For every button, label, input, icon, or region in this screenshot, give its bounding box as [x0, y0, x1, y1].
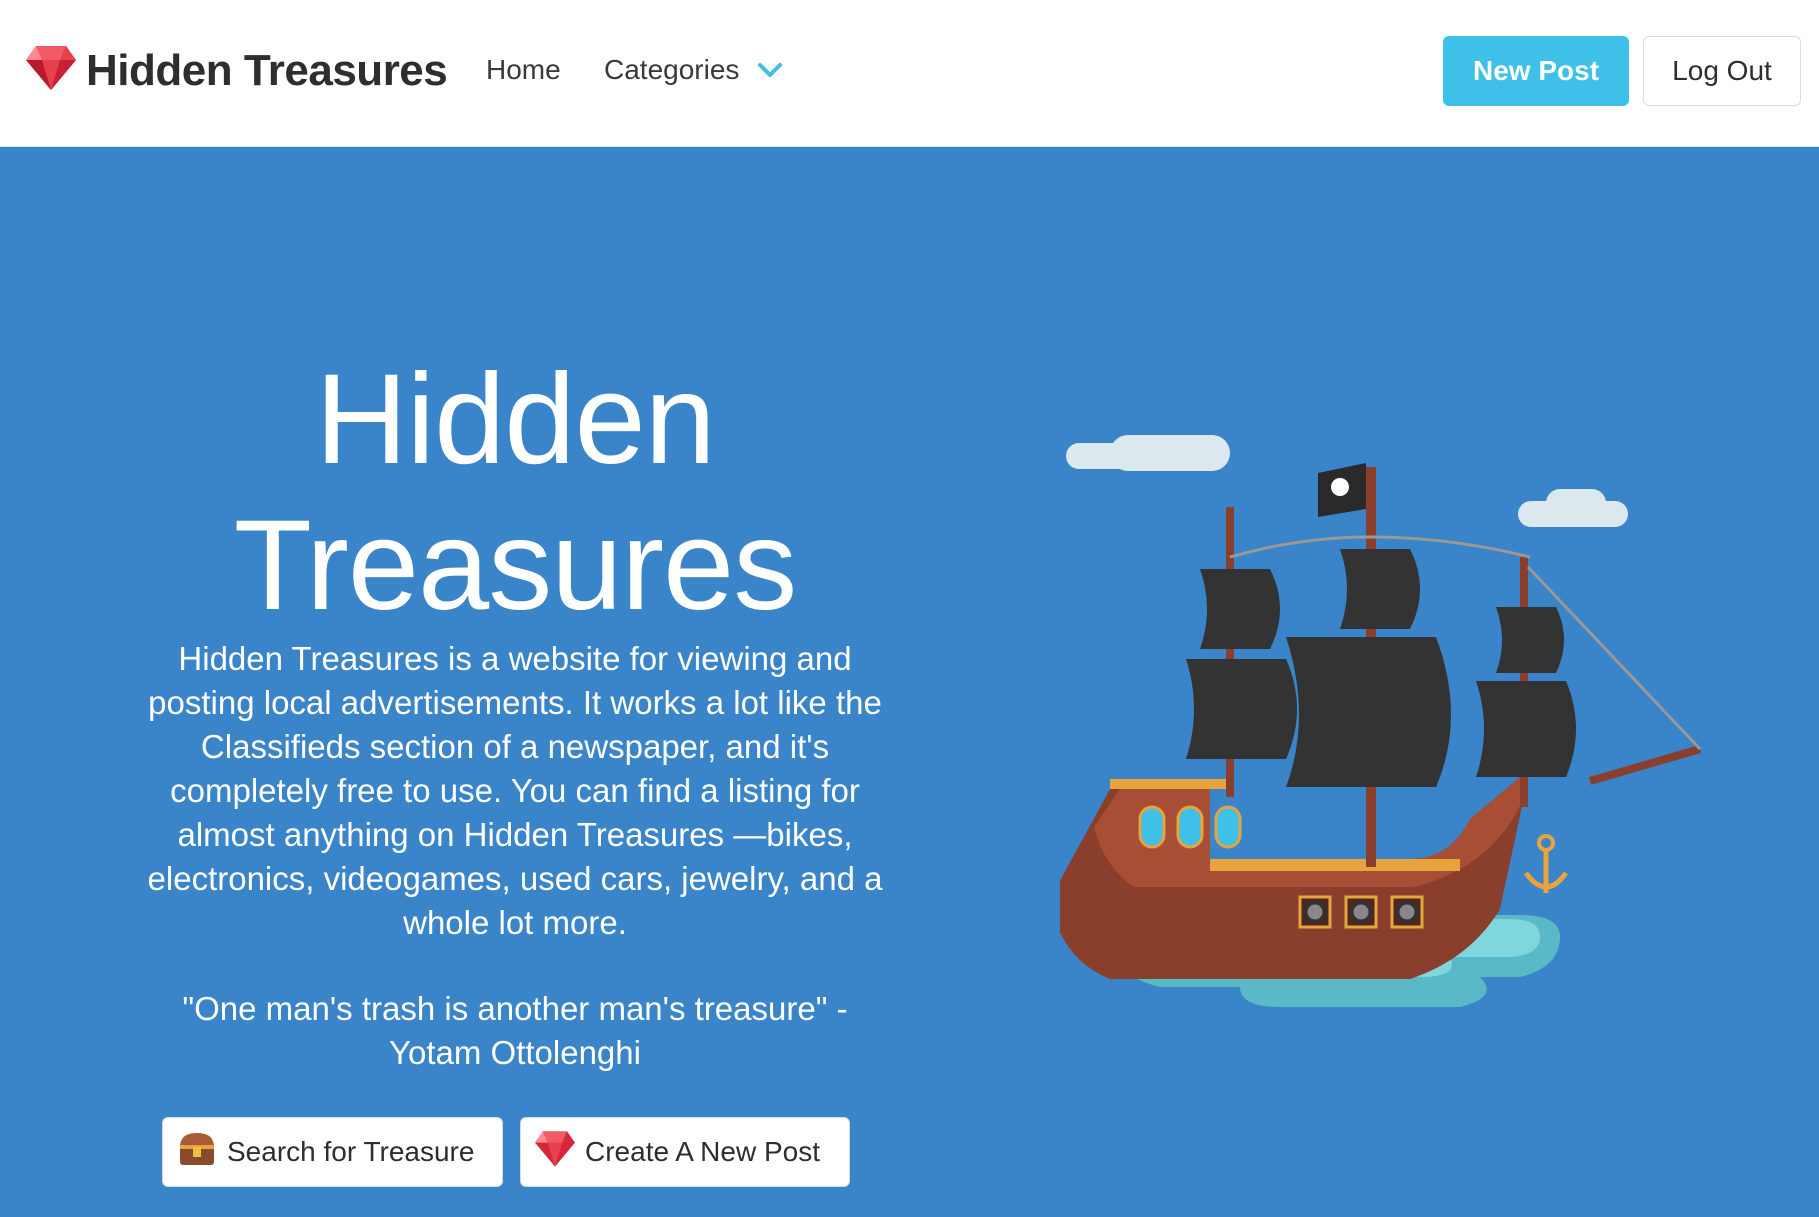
gem-icon: [26, 44, 76, 97]
hero-title: Hidden Treasures: [120, 347, 910, 639]
search-treasure-label: Search for Treasure: [227, 1136, 475, 1167]
hero-description: Hidden Treasures is a website for viewin…: [147, 640, 883, 941]
search-treasure-button[interactable]: Search for Treasure: [162, 1117, 503, 1187]
hero-title-line2: Treasures: [233, 494, 797, 637]
hero-text: Hidden Treasures Hidden Treasures is a w…: [120, 347, 910, 1075]
nav-home-link[interactable]: Home: [486, 54, 561, 86]
hero-title-line1: Hidden: [315, 348, 716, 491]
pirate-ship-illustration: [1060, 435, 1702, 1007]
hero-section: Hidden Treasures Hidden Treasures is a w…: [0, 147, 1819, 1217]
logout-button[interactable]: Log Out: [1643, 36, 1801, 106]
create-post-label: Create A New Post: [585, 1136, 821, 1167]
nav-categories-dropdown[interactable]: Categories: [604, 54, 783, 86]
gem-icon: [535, 1129, 585, 1176]
create-post-button[interactable]: Create A New Post: [520, 1117, 850, 1187]
brand[interactable]: Hidden Treasures: [26, 44, 448, 97]
nav-categories-label: Categories: [604, 54, 740, 85]
chevron-down-icon: [739, 54, 783, 86]
new-post-button[interactable]: New Post: [1443, 36, 1629, 106]
brand-title: Hidden Treasures: [86, 45, 448, 95]
hero-quote: "One man's trash is another man's treasu…: [182, 990, 848, 1071]
treasure-chest-icon: [177, 1129, 227, 1176]
navbar: Hidden Treasures Home Categories New Pos…: [0, 0, 1819, 147]
